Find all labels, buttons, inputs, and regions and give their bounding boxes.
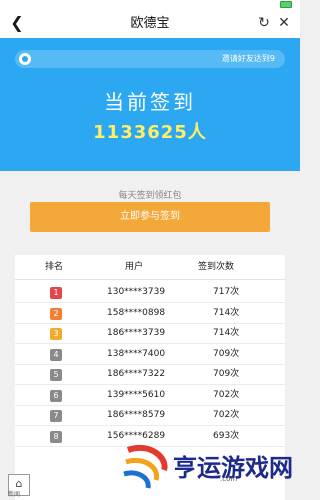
signin-label: 当前签到 [104, 90, 196, 114]
user-cell: 186****3739 [107, 328, 166, 338]
user-cell: 186****7322 [107, 369, 166, 379]
daily-reward-label: 每天签到领红包 [118, 191, 182, 201]
watermark-logo [123, 445, 168, 489]
rank-badge: 6 [50, 389, 62, 402]
count-cell: 702次 [213, 410, 240, 420]
hero-banner: 邀请好友达到9 当前签到 1133625人 [0, 38, 300, 171]
header-rank: 排名 [45, 262, 64, 272]
user-cell: 158****0898 [107, 307, 166, 318]
rank-badge: 7 [50, 410, 62, 422]
table-row: 1 130****3739 717次 [15, 282, 285, 303]
count-cell: 709次 [213, 369, 240, 379]
header-count: 签到次数 [198, 262, 235, 272]
user-cell: 138****7400 [107, 348, 166, 359]
table-row: 3 186****3739 714次 [15, 323, 285, 344]
count-cell: 717次 [213, 287, 240, 297]
header-user: 用户 [125, 262, 144, 272]
rank-badge: 4 [50, 348, 62, 361]
table-row: 2 158****0898 714次 [15, 303, 285, 324]
table-row: 7 186****8579 702次 [15, 405, 285, 426]
join-signin-button[interactable]: 立即参与签到 [30, 202, 270, 232]
invite-banner[interactable]: 邀请好友达到9 [15, 50, 285, 68]
table-row: 5 186****7322 709次 [15, 364, 285, 385]
count-cell: 714次 [213, 328, 240, 338]
notice-icon [19, 53, 31, 65]
watermark-domain: .com [220, 475, 238, 483]
user-cell: 186****8579 [107, 410, 166, 420]
count-cell: 709次 [213, 348, 240, 359]
count-cell: 714次 [213, 307, 240, 318]
rank-badge: 5 [50, 369, 62, 381]
title-bar: ❮ 欧德宝 ↻ ✕ [0, 10, 300, 39]
invite-text: 邀请好友达到9 [221, 54, 275, 63]
refresh-icon[interactable]: ↻ [255, 14, 273, 32]
table-header: 排名 用户 签到次数 [15, 255, 285, 280]
rank-badge: 2 [50, 307, 62, 320]
rank-badge: 8 [50, 430, 62, 443]
signin-count: 1133625人 [93, 122, 207, 143]
watermark: 亨运游戏网 .com [120, 440, 300, 495]
table-row: 6 139****5610 702次 [15, 385, 285, 406]
table-row: 4 138****7400 709次 [15, 344, 285, 365]
home-label: 新闻 [8, 491, 21, 498]
rank-badge: 1 [50, 287, 62, 299]
user-cell: 130****3739 [107, 287, 166, 297]
battery-icon [280, 1, 292, 8]
user-cell: 139****5610 [107, 389, 166, 400]
count-cell: 702次 [213, 389, 240, 400]
close-icon[interactable]: ✕ [275, 14, 293, 32]
status-bar [0, 0, 300, 10]
rank-badge: 3 [50, 328, 62, 340]
